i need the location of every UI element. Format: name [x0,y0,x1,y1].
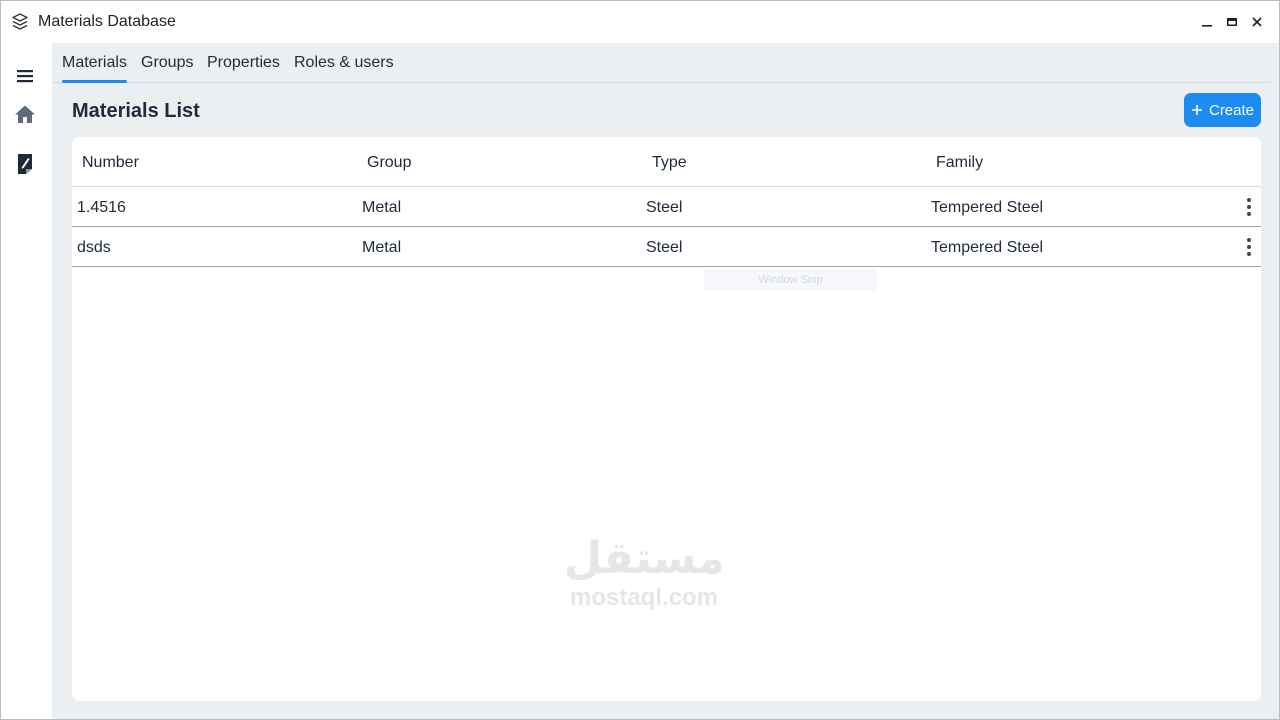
tab-properties[interactable]: Properties [207,54,280,72]
layers-icon [12,13,28,31]
document-edit-icon [18,154,32,174]
cell-number: dsds [77,239,111,256]
create-button-label: Create [1208,101,1255,119]
tab-groups[interactable]: Groups [141,54,193,72]
create-button[interactable]: Create [1184,93,1261,127]
tab-materials[interactable]: Materials [62,54,127,83]
more-vertical-icon[interactable] [1242,198,1256,216]
page-title: Materials List [72,100,200,122]
table-header: Number Group Type Family [72,137,1261,187]
minimize-button[interactable] [1198,13,1216,31]
plus-icon [1191,105,1202,115]
menu-button[interactable] [11,62,39,90]
sidebar [1,43,52,719]
table-row[interactable]: 1.4516 Metal Steel Tempered Steel [72,187,1261,227]
cell-group: Metal [362,199,402,216]
watermark-latin: mostaql.com [569,584,719,611]
column-header-number[interactable]: Number [82,154,139,172]
more-vertical-icon[interactable] [1242,238,1256,256]
cell-group: Metal [362,239,402,256]
home-button[interactable] [11,100,39,128]
maximize-icon [1227,18,1237,26]
app-window: Materials Database Materials Groups Prop… [0,0,1280,720]
watermark-arabic: مستقل [564,533,725,584]
materials-nav-button[interactable] [11,150,39,178]
cell-family: Tempered Steel [931,199,1044,216]
title-bar[interactable]: Materials Database [1,1,1279,43]
main-content: Materials Groups Properties Roles & user… [52,43,1279,719]
column-header-group[interactable]: Group [367,154,411,172]
tab-roles-users[interactable]: Roles & users [294,54,394,72]
column-header-type[interactable]: Type [652,154,687,172]
close-button[interactable] [1248,13,1266,31]
close-icon [1252,17,1262,27]
window-snip-hint: Window Snip [704,269,877,291]
home-icon [15,105,35,123]
minimize-icon [1202,25,1212,27]
maximize-button[interactable] [1223,13,1241,31]
cell-family: Tempered Steel [931,239,1044,256]
column-header-family[interactable]: Family [936,154,983,172]
cell-type: Steel [646,199,683,216]
window-title: Materials Database [38,13,176,30]
cell-number: 1.4516 [77,199,126,216]
watermark: مستقل mostaql.com [564,533,725,611]
cell-type: Steel [646,239,683,256]
tab-bar: Materials Groups Properties Roles & user… [52,43,1270,83]
menu-icon [17,70,33,83]
table-row[interactable]: dsds Metal Steel Tempered Steel [72,227,1261,267]
materials-table: Number Group Type Family 1.4516 Metal St… [72,137,1261,701]
